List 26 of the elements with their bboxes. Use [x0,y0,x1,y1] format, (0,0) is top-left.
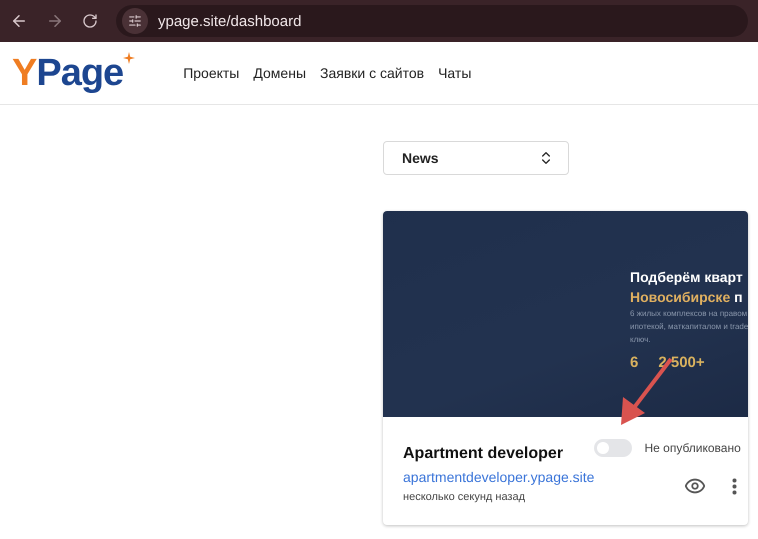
preview-text: ипотекой, маткапиталом и trade [630,322,748,331]
project-select[interactable]: News [383,141,569,175]
address-bar[interactable]: ypage.site/dashboard [116,5,748,37]
preview-headline: Новосибирске п [630,289,744,305]
updated-time: несколько секунд назад [403,491,526,503]
sliders-icon [128,14,142,28]
preview-headline: Подберём кварт [630,269,744,285]
publish-toggle[interactable] [594,439,632,457]
nav-link[interactable]: Чаты [438,65,472,81]
sparkle-icon [123,52,136,64]
reload-icon[interactable] [82,13,98,29]
preview-stat: 6 [630,354,638,371]
logo[interactable]: YPage [12,52,136,94]
preview-text: ключ. [630,335,652,344]
forward-icon[interactable] [46,12,64,30]
site-settings-button[interactable] [122,8,148,34]
publish-status: Не опубликовано [644,441,741,455]
url-text: ypage.site/dashboard [158,12,302,30]
site-link[interactable]: apartmentdeveloper.ypage.site [403,469,594,485]
preview-text: 6 жилых комплексов на правом [630,309,748,318]
back-icon[interactable] [10,12,28,30]
project-title: Apartment developer [403,445,564,463]
nav-link[interactable]: Заявки с сайтов [320,65,424,81]
nav-link[interactable]: Проекты [183,65,240,81]
nav-link[interactable]: Домены [253,65,306,81]
more-icon [732,478,737,494]
